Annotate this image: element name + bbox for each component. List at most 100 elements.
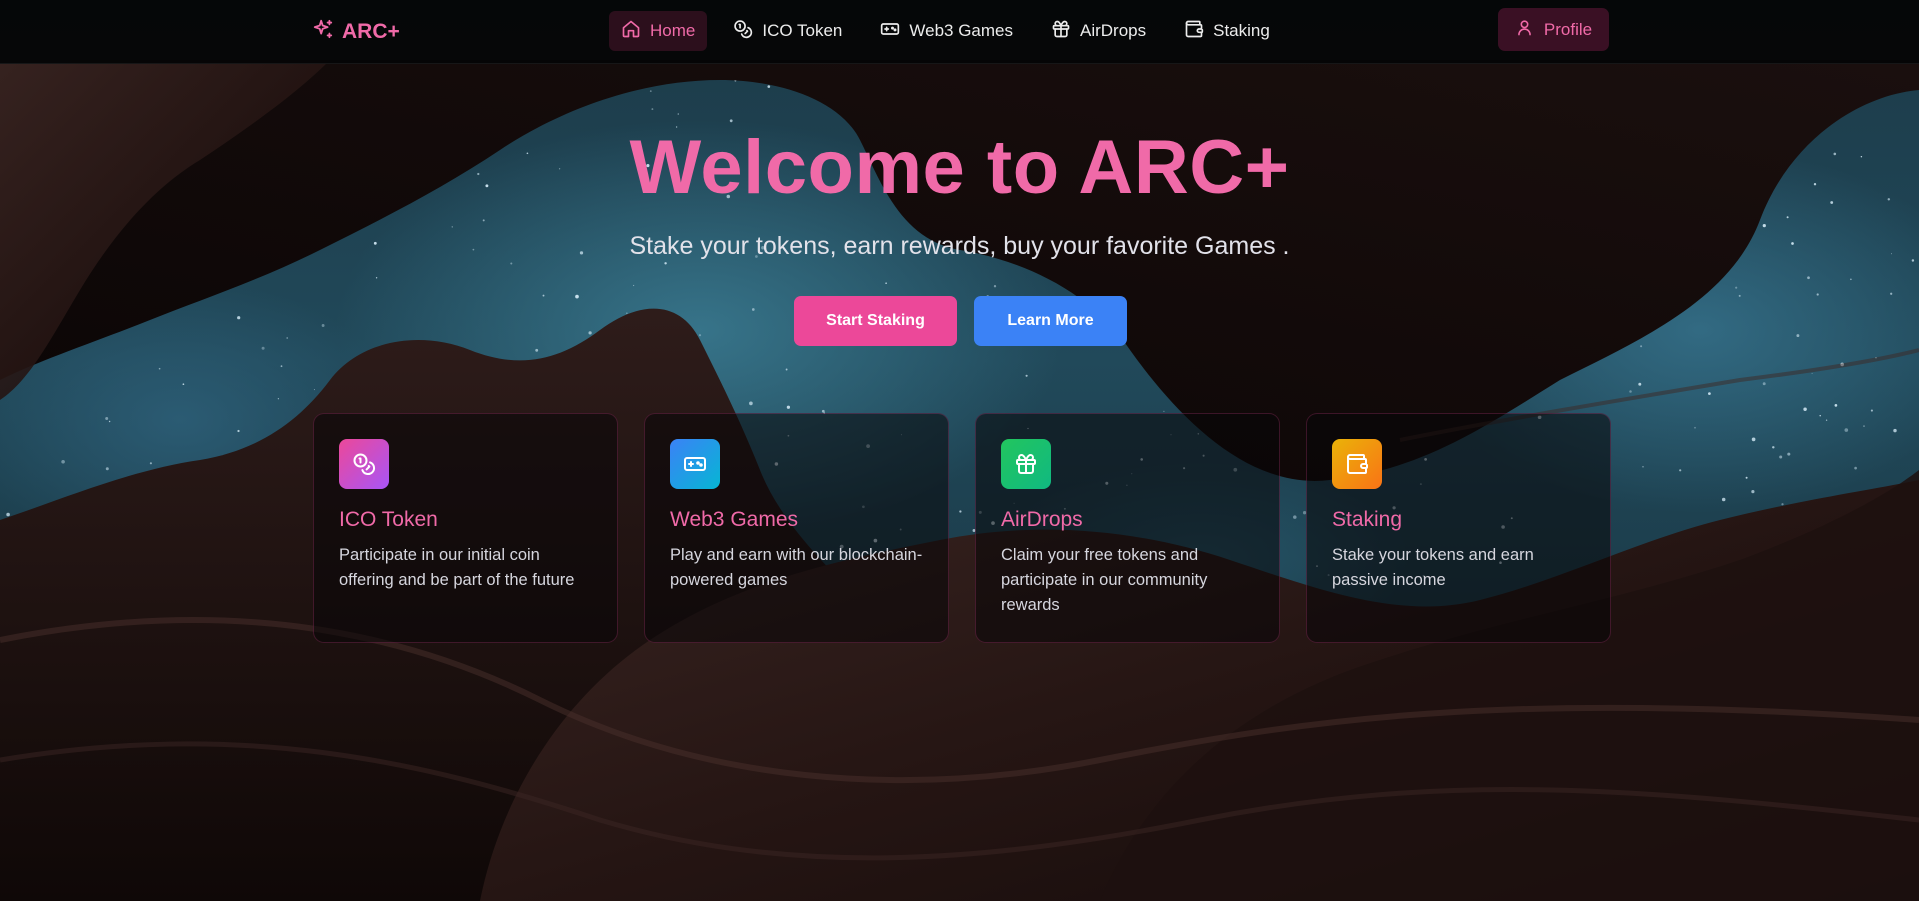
star bbox=[451, 226, 453, 228]
start-staking-button[interactable]: Start Staking bbox=[794, 296, 957, 346]
feature-card-ico-token[interactable]: ICO Token Participate in our initial coi… bbox=[313, 413, 618, 643]
star bbox=[105, 417, 109, 420]
coins-icon bbox=[339, 439, 389, 489]
star bbox=[749, 401, 753, 406]
star bbox=[108, 420, 111, 423]
star bbox=[237, 316, 241, 320]
gift-icon bbox=[1051, 19, 1071, 44]
star bbox=[1890, 292, 1893, 295]
card-description: Participate in our initial coin offering… bbox=[339, 546, 575, 589]
learn-more-button[interactable]: Learn More bbox=[974, 296, 1127, 346]
star bbox=[649, 90, 652, 92]
star bbox=[1735, 286, 1738, 289]
card-title: Web3 Games bbox=[670, 508, 798, 531]
star bbox=[677, 113, 680, 115]
user-icon bbox=[1515, 18, 1534, 42]
star bbox=[1796, 334, 1800, 338]
profile-button[interactable]: Profile bbox=[1498, 8, 1609, 51]
star bbox=[993, 285, 997, 288]
star bbox=[280, 365, 283, 368]
nav-item-ico-token[interactable]: ICO Token bbox=[721, 11, 854, 51]
nav-item-airdrops[interactable]: AirDrops bbox=[1039, 11, 1158, 51]
profile-label: Profile bbox=[1543, 19, 1593, 39]
star bbox=[575, 294, 579, 299]
star bbox=[1163, 410, 1165, 413]
star bbox=[1787, 452, 1791, 456]
star bbox=[1679, 469, 1682, 472]
star bbox=[632, 284, 635, 287]
gift-icon bbox=[1001, 439, 1051, 489]
card-title: Staking bbox=[1332, 508, 1403, 531]
brand-logo[interactable]: ARC+ bbox=[312, 18, 400, 46]
home-icon bbox=[621, 19, 641, 44]
star bbox=[1779, 455, 1783, 459]
star bbox=[1762, 223, 1766, 228]
star bbox=[261, 346, 265, 350]
star bbox=[1834, 404, 1838, 407]
star bbox=[664, 262, 667, 265]
sparkles-icon bbox=[312, 18, 334, 46]
star bbox=[6, 512, 10, 517]
nav-item-staking[interactable]: Staking bbox=[1172, 11, 1282, 51]
hero-actions: Start Staking Learn More bbox=[794, 296, 1127, 346]
star bbox=[1751, 437, 1756, 442]
star bbox=[885, 282, 887, 284]
nav-item-label: Staking bbox=[1213, 21, 1270, 40]
page-title: Welcome to ARC+ bbox=[629, 125, 1290, 210]
card-description: Play and earn with our blockchain-powere… bbox=[670, 546, 923, 589]
star bbox=[1803, 407, 1807, 412]
card-description: Stake your tokens and earn passive incom… bbox=[1332, 546, 1534, 589]
star bbox=[321, 324, 325, 327]
nav-item-home[interactable]: Home bbox=[609, 11, 708, 51]
star bbox=[1772, 446, 1775, 449]
feature-cards: ICO Token Participate in our initial coi… bbox=[313, 413, 1611, 643]
star bbox=[698, 334, 702, 337]
star bbox=[1640, 345, 1643, 348]
card-description: Claim your free tokens and participate i… bbox=[1001, 546, 1208, 614]
star bbox=[286, 337, 289, 339]
star bbox=[1825, 419, 1828, 421]
star bbox=[1708, 392, 1711, 395]
nav-item-web3-games[interactable]: Web3 Games bbox=[868, 11, 1025, 51]
feature-card-staking[interactable]: Staking Stake your tokens and earn passi… bbox=[1306, 413, 1611, 643]
top-navbar: ARC+ Home ICO Token Web3 Games AirDrops bbox=[0, 0, 1919, 64]
star bbox=[626, 312, 628, 314]
star bbox=[1893, 428, 1897, 433]
star bbox=[1819, 414, 1821, 417]
star bbox=[1629, 390, 1632, 393]
star bbox=[785, 368, 788, 371]
star bbox=[482, 219, 485, 222]
nav-item-label: Web3 Games bbox=[909, 21, 1013, 40]
star bbox=[61, 460, 65, 464]
star bbox=[542, 294, 545, 297]
star bbox=[1751, 490, 1755, 494]
star bbox=[786, 405, 791, 409]
gamepad-icon bbox=[670, 439, 720, 489]
star bbox=[1863, 425, 1865, 427]
nav-item-label: ICO Token bbox=[762, 21, 843, 40]
star bbox=[375, 277, 378, 279]
star bbox=[1870, 409, 1873, 412]
star bbox=[1844, 428, 1849, 432]
star bbox=[767, 85, 771, 88]
feature-card-airdrops[interactable]: AirDrops Claim your free tokens and part… bbox=[975, 413, 1280, 643]
star bbox=[182, 383, 185, 386]
star bbox=[237, 429, 240, 433]
brand-name: ARC+ bbox=[342, 20, 400, 43]
feature-card-web3-games[interactable]: Web3 Games Play and earn with our blockc… bbox=[644, 413, 949, 643]
nav-item-label: Home bbox=[650, 21, 696, 40]
star bbox=[510, 262, 513, 265]
star bbox=[277, 398, 280, 400]
star bbox=[313, 389, 315, 391]
star bbox=[1786, 216, 1789, 219]
wallet-icon bbox=[1332, 439, 1382, 489]
star bbox=[1762, 382, 1766, 386]
star bbox=[1638, 382, 1642, 386]
star bbox=[1816, 293, 1819, 296]
hero-subtitle: Stake your tokens, earn rewards, buy you… bbox=[629, 232, 1290, 260]
nav-item-label: AirDrops bbox=[1080, 21, 1147, 40]
gamepad-icon bbox=[880, 19, 900, 44]
star bbox=[535, 348, 539, 352]
star bbox=[1745, 476, 1748, 479]
star bbox=[1811, 372, 1813, 374]
